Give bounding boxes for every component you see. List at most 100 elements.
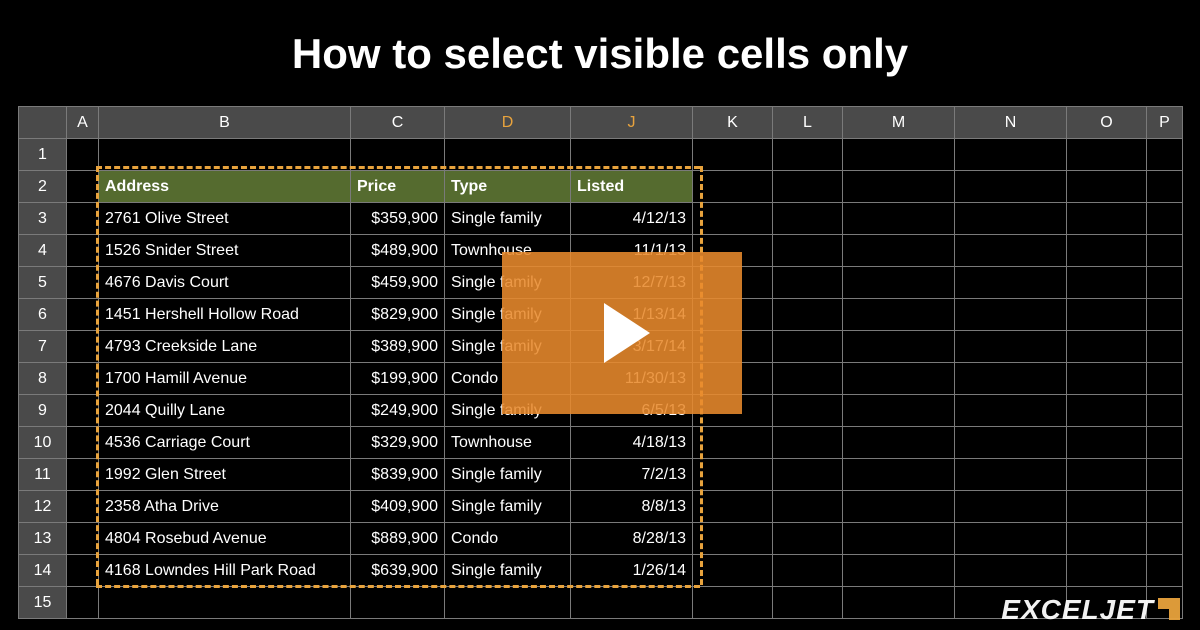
cell-type[interactable]: Single family — [445, 555, 571, 587]
cell-address[interactable]: 4168 Lowndes Hill Park Road — [99, 555, 351, 587]
cell[interactable] — [773, 587, 843, 619]
cell[interactable] — [1147, 395, 1183, 427]
cell[interactable] — [1147, 331, 1183, 363]
cell-address[interactable]: 1700 Hamill Avenue — [99, 363, 351, 395]
cell[interactable] — [1147, 299, 1183, 331]
row-header-12[interactable]: 12 — [19, 491, 67, 523]
cell[interactable] — [67, 363, 99, 395]
cell[interactable] — [843, 331, 955, 363]
cell[interactable] — [67, 395, 99, 427]
cell-address[interactable]: 4804 Rosebud Avenue — [99, 523, 351, 555]
cell[interactable] — [773, 555, 843, 587]
cell[interactable] — [67, 555, 99, 587]
cell[interactable] — [693, 523, 773, 555]
cell[interactable] — [955, 363, 1067, 395]
cell-address[interactable]: 1992 Glen Street — [99, 459, 351, 491]
cell[interactable] — [1147, 491, 1183, 523]
column-header-C[interactable]: C — [351, 107, 445, 139]
cell[interactable] — [99, 587, 351, 619]
play-button[interactable] — [502, 252, 742, 414]
cell-price[interactable]: $409,900 — [351, 491, 445, 523]
column-header-N[interactable]: N — [955, 107, 1067, 139]
cell[interactable] — [955, 427, 1067, 459]
cell[interactable] — [445, 587, 571, 619]
cell[interactable] — [843, 267, 955, 299]
cell-type[interactable]: Single family — [445, 491, 571, 523]
cell[interactable] — [955, 491, 1067, 523]
cell[interactable] — [351, 587, 445, 619]
cell[interactable] — [67, 171, 99, 203]
cell-address[interactable]: 4676 Davis Court — [99, 267, 351, 299]
cell[interactable] — [773, 171, 843, 203]
cell[interactable] — [955, 523, 1067, 555]
cell[interactable] — [1147, 171, 1183, 203]
cell[interactable] — [1147, 363, 1183, 395]
row-header-4[interactable]: 4 — [19, 235, 67, 267]
cell[interactable] — [693, 491, 773, 523]
cell[interactable] — [773, 203, 843, 235]
cell-listed[interactable]: 1/26/14 — [571, 555, 693, 587]
column-header-J[interactable]: J — [571, 107, 693, 139]
cell[interactable] — [955, 267, 1067, 299]
cell-price[interactable]: $249,900 — [351, 395, 445, 427]
col-header-address[interactable]: Address — [99, 171, 351, 203]
column-header-P[interactable]: P — [1147, 107, 1183, 139]
cell-address[interactable]: 2761 Olive Street — [99, 203, 351, 235]
cell[interactable] — [67, 523, 99, 555]
cell[interactable] — [1067, 299, 1147, 331]
cell[interactable] — [955, 299, 1067, 331]
column-header-K[interactable]: K — [693, 107, 773, 139]
cell[interactable] — [693, 555, 773, 587]
cell[interactable] — [67, 331, 99, 363]
cell[interactable] — [693, 427, 773, 459]
cell-address[interactable]: 2044 Quilly Lane — [99, 395, 351, 427]
cell-listed[interactable]: 4/18/13 — [571, 427, 693, 459]
cell[interactable] — [67, 267, 99, 299]
column-header-O[interactable]: O — [1067, 107, 1147, 139]
column-header-B[interactable]: B — [99, 107, 351, 139]
cell[interactable] — [773, 299, 843, 331]
cell-price[interactable]: $199,900 — [351, 363, 445, 395]
cell[interactable] — [773, 427, 843, 459]
cell[interactable] — [1067, 331, 1147, 363]
cell-price[interactable]: $329,900 — [351, 427, 445, 459]
cell[interactable] — [1147, 235, 1183, 267]
cell[interactable] — [67, 491, 99, 523]
cell[interactable] — [843, 363, 955, 395]
cell[interactable] — [693, 139, 773, 171]
row-header-3[interactable]: 3 — [19, 203, 67, 235]
cell[interactable] — [843, 139, 955, 171]
cell[interactable] — [67, 459, 99, 491]
row-header-8[interactable]: 8 — [19, 363, 67, 395]
cell-type[interactable]: Townhouse — [445, 427, 571, 459]
row-header-7[interactable]: 7 — [19, 331, 67, 363]
cell[interactable] — [99, 139, 351, 171]
cell[interactable] — [1147, 523, 1183, 555]
cell[interactable] — [351, 139, 445, 171]
cell[interactable] — [955, 555, 1067, 587]
cell-listed[interactable]: 4/12/13 — [571, 203, 693, 235]
row-header-14[interactable]: 14 — [19, 555, 67, 587]
row-header-11[interactable]: 11 — [19, 459, 67, 491]
cell[interactable] — [1067, 267, 1147, 299]
cell[interactable] — [67, 427, 99, 459]
row-header-5[interactable]: 5 — [19, 267, 67, 299]
cell[interactable] — [843, 427, 955, 459]
column-header-M[interactable]: M — [843, 107, 955, 139]
cell[interactable] — [843, 491, 955, 523]
cell-type[interactable]: Single family — [445, 459, 571, 491]
cell[interactable] — [773, 459, 843, 491]
cell[interactable] — [955, 139, 1067, 171]
cell-address[interactable]: 2358 Atha Drive — [99, 491, 351, 523]
cell-type[interactable]: Condo — [445, 523, 571, 555]
cell[interactable] — [1147, 555, 1183, 587]
cell-price[interactable]: $489,900 — [351, 235, 445, 267]
cell-price[interactable]: $459,900 — [351, 267, 445, 299]
row-header-13[interactable]: 13 — [19, 523, 67, 555]
cell-type[interactable]: Single family — [445, 203, 571, 235]
row-header-2[interactable]: 2 — [19, 171, 67, 203]
cell-address[interactable]: 1526 Snider Street — [99, 235, 351, 267]
column-header-A[interactable]: A — [67, 107, 99, 139]
cell[interactable] — [843, 299, 955, 331]
cell[interactable] — [843, 523, 955, 555]
